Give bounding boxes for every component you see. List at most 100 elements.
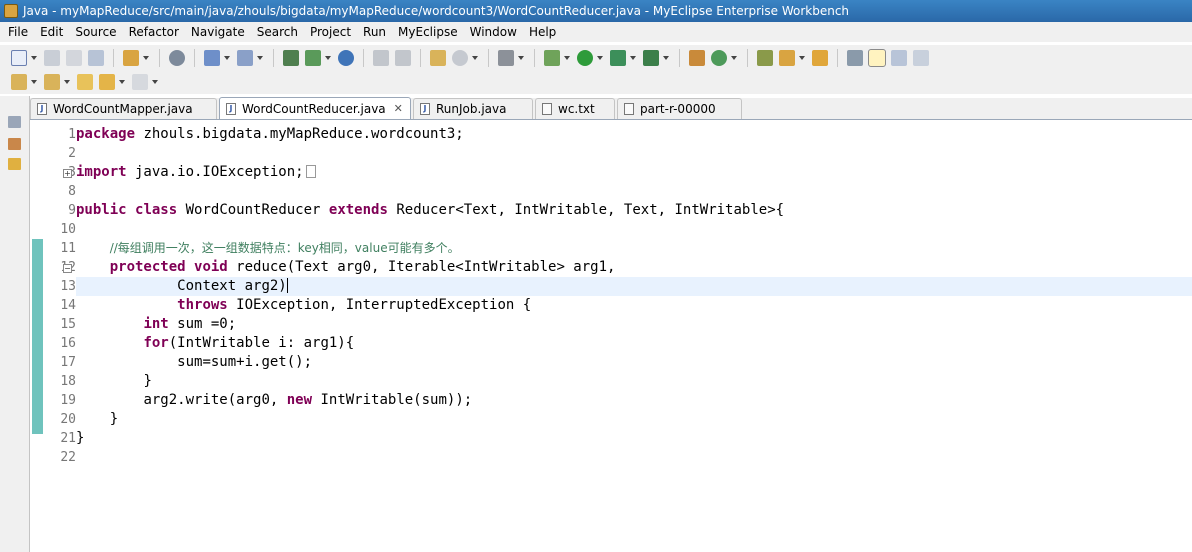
menu-myeclipse[interactable]: MyEclipse [392,22,464,42]
code-text-area[interactable]: package zhouls.bigdata.myMapReduce.wordc… [76,125,1192,467]
package-explorer-icon[interactable] [373,49,389,66]
toolbar-separator [363,48,364,67]
tab-wordcountreducer[interactable]: J WordCountReducer.java ✕ [219,97,411,119]
print-icon[interactable] [88,49,104,66]
open-task-icon[interactable] [779,49,795,66]
run-external-dropdown-icon[interactable] [630,55,636,60]
task-dropdown-icon[interactable] [799,55,805,60]
package-explorer-view-icon[interactable] [8,138,21,150]
change-marker [32,239,43,258]
wizard-dropdown-icon[interactable] [224,55,230,60]
forward-dropdown-icon[interactable] [152,79,158,84]
last-edit-location-icon[interactable] [77,73,93,90]
next-annotation-icon[interactable] [11,73,27,90]
line-number: 20 [60,412,76,427]
toolbar-separator [488,48,489,67]
db-connect-icon[interactable] [283,49,299,66]
hierarchy-view-icon[interactable] [8,158,21,170]
line-number: 21 [60,431,76,446]
new-project-icon[interactable] [689,49,705,66]
web-icon[interactable] [452,49,468,66]
db-dropdown-icon[interactable] [325,55,331,60]
toolbar-separator [194,48,195,67]
toolbar-separator [534,48,535,67]
new-class-dropdown-icon[interactable] [731,55,737,60]
deploy-icon[interactable] [169,49,185,66]
menu-refactor[interactable]: Refactor [123,22,185,42]
fold-collapse-icon[interactable]: − [63,264,72,273]
open-folder-icon[interactable] [812,49,828,66]
server-dropdown-icon[interactable] [143,55,149,60]
next-annotation-dropdown-icon[interactable] [31,79,37,84]
profile-icon[interactable] [643,49,659,66]
menu-source[interactable]: Source [69,22,122,42]
code-line: package zhouls.bigdata.myMapReduce.wordc… [76,126,464,142]
java-file-icon: J [420,103,430,115]
search-dropdown-icon[interactable] [257,55,263,60]
camera-dropdown-icon[interactable] [518,55,524,60]
menu-window[interactable]: Window [464,22,523,42]
collapsed-imports-icon[interactable] [305,165,316,178]
block-selection-icon[interactable] [891,49,907,66]
camera-icon[interactable] [498,49,514,66]
tab-part-r-00000[interactable]: part-r-00000 [617,98,742,119]
menu-navigate[interactable]: Navigate [185,22,251,42]
show-whitespace-icon[interactable] [913,49,929,66]
browser-globe-icon[interactable] [338,49,354,66]
new-class-icon[interactable] [711,49,727,66]
new-server-icon[interactable] [123,49,139,66]
debug-dropdown-icon[interactable] [564,55,570,60]
run-dropdown-icon[interactable] [597,55,603,60]
toolbar-separator [159,48,160,67]
menu-bar: File Edit Source Refactor Navigate Searc… [0,22,1192,42]
back-arrow-icon[interactable] [99,73,115,90]
previous-annotation-icon[interactable] [44,73,60,90]
mark-occurrences-icon[interactable] [868,48,886,67]
fold-expand-icon[interactable]: + [63,169,72,178]
line-number: 13 [60,279,76,294]
menu-project[interactable]: Project [304,22,357,42]
hierarchy-icon[interactable] [395,49,411,66]
save-icon[interactable] [44,49,60,66]
tab-runjob[interactable]: J RunJob.java [413,98,533,119]
code-editor[interactable]: 1 2 3 8 9 10 11 12 13 14 15 16 17 18 19 … [32,121,1192,552]
forward-arrow-icon[interactable] [132,73,148,90]
tab-wc-txt[interactable]: wc.txt [535,98,615,119]
window-title-bar: Java - myMapReduce/src/main/java/zhouls/… [0,0,1192,22]
tab-label: RunJob.java [436,102,507,116]
new-dropdown-icon[interactable] [31,55,37,60]
menu-help[interactable]: Help [523,22,562,42]
line-number: 15 [60,317,76,332]
web-dropdown-icon[interactable] [472,55,478,60]
back-dropdown-icon[interactable] [119,79,125,84]
menu-search[interactable]: Search [251,22,304,42]
code-line: } [76,430,85,446]
menu-edit[interactable]: Edit [34,22,69,42]
wizard-icon[interactable] [204,49,220,66]
debug-icon[interactable] [544,49,560,66]
close-icon[interactable]: ✕ [394,102,403,115]
current-code-line: Context arg2) [76,277,1192,296]
search-tool-icon[interactable] [237,49,253,66]
restore-view-icon[interactable] [8,116,21,128]
previous-annotation-dropdown-icon[interactable] [64,79,70,84]
text-cursor [286,278,288,293]
line-number: 18 [60,374,76,389]
window-title: Java - myMapReduce/src/main/java/zhouls/… [23,4,850,18]
new-icon[interactable] [11,49,27,66]
profile-dropdown-icon[interactable] [663,55,669,60]
code-line: int sum =0; [143,316,237,332]
quick-access-icon[interactable] [847,49,863,66]
menu-file[interactable]: File [2,22,34,42]
menu-run[interactable]: Run [357,22,392,42]
main-toolbar [0,45,1192,70]
db-run-icon[interactable] [305,49,321,66]
run-icon[interactable] [577,49,593,66]
open-type-icon[interactable] [757,49,773,66]
save-all-icon[interactable] [66,49,82,66]
run-external-icon[interactable] [610,49,626,66]
tab-wordcountmapper[interactable]: J WordCountMapper.java [30,98,217,119]
jar-icon[interactable] [430,49,446,66]
